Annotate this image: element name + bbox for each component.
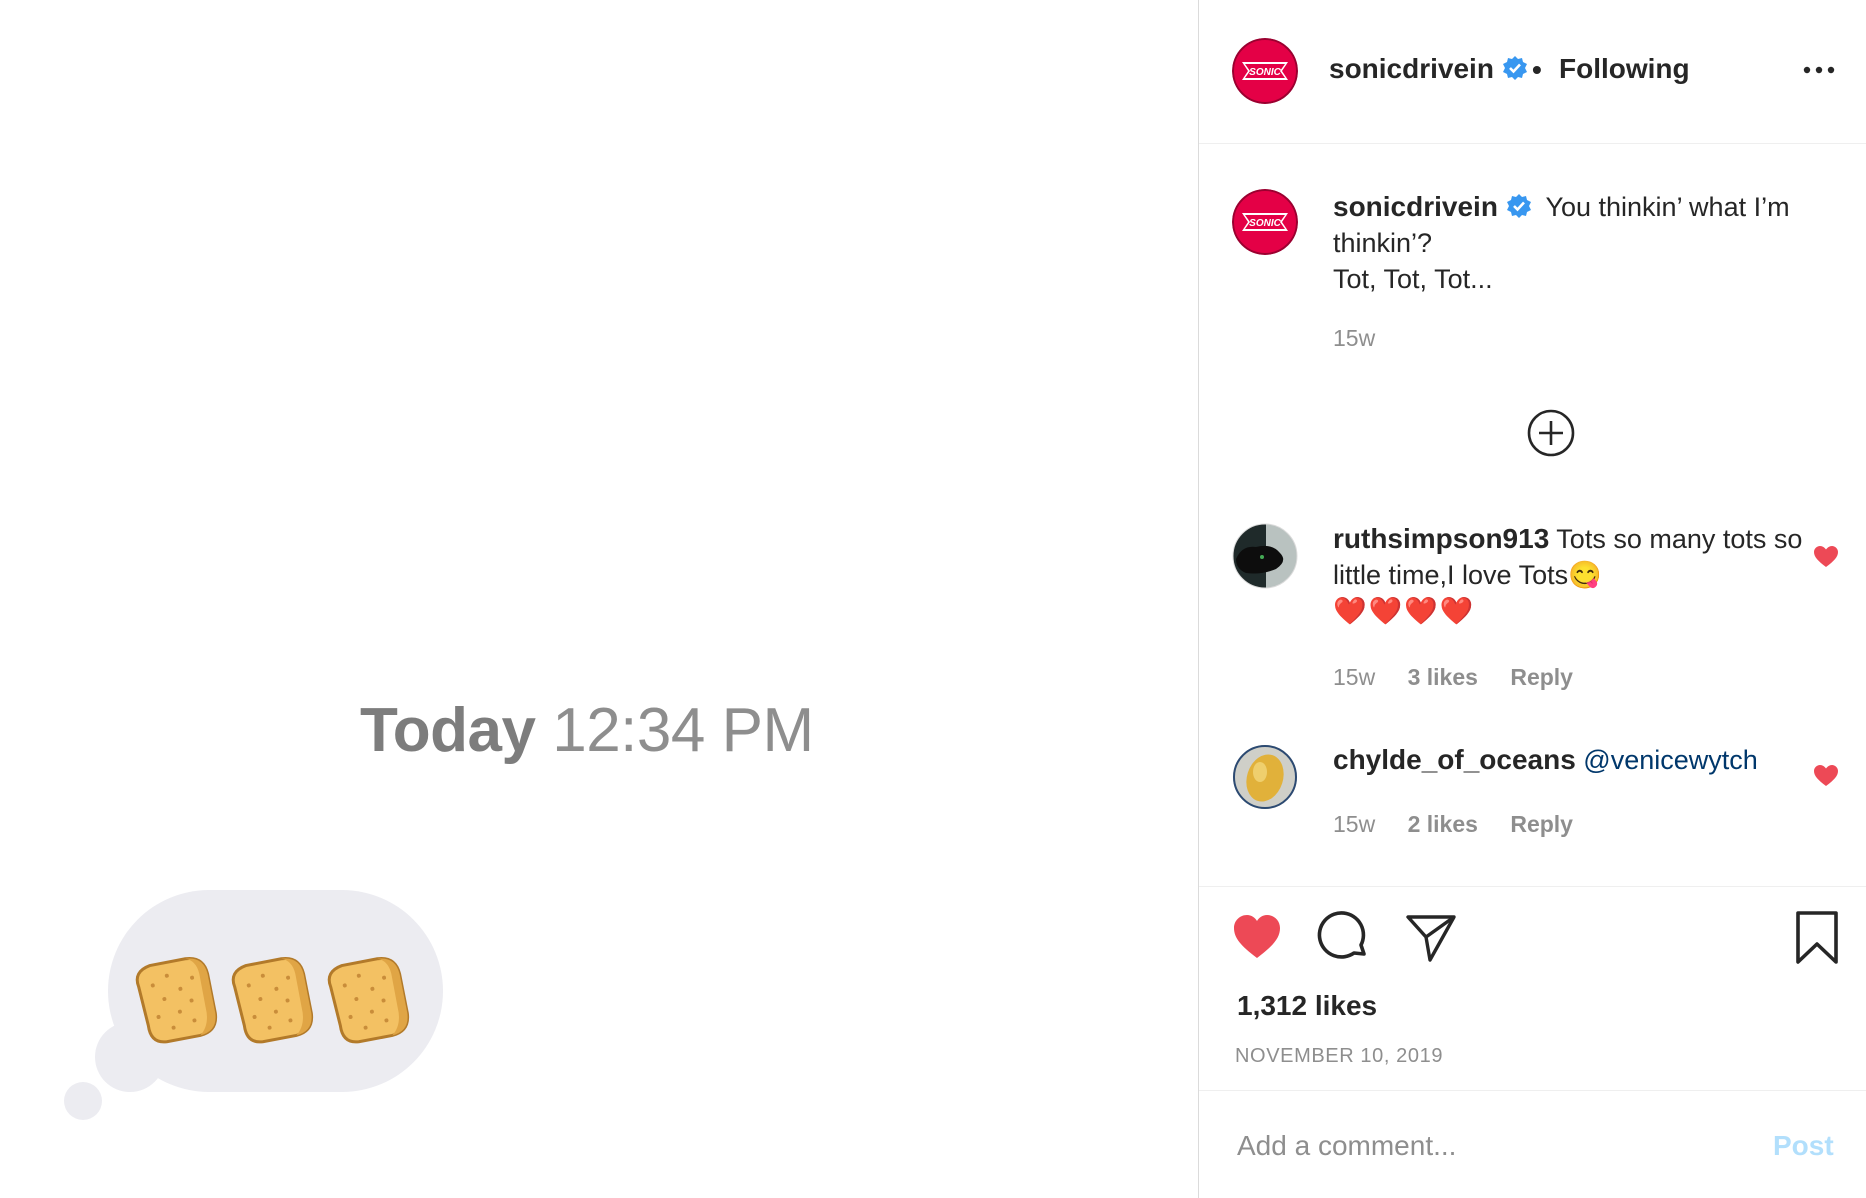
comment-like-heart-icon[interactable] <box>1813 764 1839 788</box>
verified-badge-icon <box>1506 194 1531 218</box>
caption-username[interactable]: sonicdrivein <box>1333 191 1498 222</box>
comment-username[interactable]: chylde_of_oceans <box>1333 744 1576 775</box>
message-timestamp: Today 12:34 PM <box>360 695 814 766</box>
divider <box>1199 1090 1866 1091</box>
comment-username[interactable]: ruthsimpson913 <box>1333 523 1549 554</box>
comment-reply-button[interactable]: Reply <box>1510 811 1573 837</box>
add-comment-input[interactable]: Add a comment... <box>1237 1130 1456 1162</box>
verified-badge-icon <box>1502 56 1527 80</box>
following-button[interactable]: Following <box>1559 53 1690 85</box>
commenter-avatar[interactable] <box>1232 523 1298 589</box>
post-header: SONIC sonicdrivein • Following <box>1199 0 1866 144</box>
comment-time[interactable]: 15w <box>1333 811 1375 837</box>
comment-likes[interactable]: 2 likes <box>1408 811 1478 837</box>
svg-text:SONIC: SONIC <box>1249 67 1281 78</box>
caption-avatar[interactable]: SONIC <box>1232 189 1298 255</box>
post-media[interactable]: Today 12:34 PM <box>0 0 1198 1198</box>
tot-3 <box>324 950 416 1048</box>
caption-time[interactable]: 15w <box>1333 325 1375 352</box>
header-separator: • <box>1532 54 1542 85</box>
save-bookmark-icon[interactable] <box>1789 910 1845 966</box>
load-more-comments-icon[interactable] <box>1526 408 1576 458</box>
post-likes-count[interactable]: 1,312 likes <box>1237 990 1377 1022</box>
svg-text:SONIC: SONIC <box>1249 218 1281 229</box>
post-actions <box>1199 910 1866 970</box>
caption-text: sonicdrivein You thinkin’ what I’m think… <box>1333 189 1833 297</box>
comment-meta: 15w 2 likes Reply <box>1333 811 1599 838</box>
sonic-avatar[interactable]: SONIC <box>1232 38 1298 104</box>
post-sidebar: SONIC sonicdrivein • Following SONIC son… <box>1198 0 1866 1198</box>
like-heart-icon[interactable] <box>1229 910 1285 966</box>
comment-reply-button[interactable]: Reply <box>1510 664 1573 690</box>
comment-icon[interactable] <box>1316 910 1372 966</box>
commenter-avatar[interactable] <box>1232 744 1298 810</box>
tot-2 <box>228 950 320 1048</box>
comment-likes[interactable]: 3 likes <box>1408 664 1478 690</box>
comment-time[interactable]: 15w <box>1333 664 1375 690</box>
thought-bubble-dot-small <box>64 1082 102 1120</box>
comment-meta: 15w 3 likes Reply <box>1333 664 1599 691</box>
comment-emoji-line: ❤️❤️❤️❤️ <box>1333 596 1476 626</box>
timestamp-day: Today <box>360 696 536 765</box>
more-options-icon[interactable] <box>1799 55 1839 85</box>
post-comment-button[interactable]: Post <box>1773 1130 1834 1162</box>
caption-line-2: Tot, Tot, Tot... <box>1333 264 1493 294</box>
tater-tots-illustration <box>135 950 416 1048</box>
divider <box>1199 886 1866 887</box>
post-date[interactable]: NOVEMBER 10, 2019 <box>1235 1045 1443 1068</box>
share-send-icon[interactable] <box>1403 910 1459 966</box>
tot-1 <box>135 950 224 1048</box>
comment-mention-link[interactable]: @venicewytch <box>1583 745 1757 775</box>
comment-like-heart-icon[interactable] <box>1813 545 1839 569</box>
header-username[interactable]: sonicdrivein <box>1329 53 1528 85</box>
comment-text: ruthsimpson913 Tots so many tots so litt… <box>1333 521 1813 629</box>
comment-text: chylde_of_oceans @venicewytch <box>1333 742 1813 778</box>
timestamp-time: 12:34 PM <box>552 696 814 765</box>
